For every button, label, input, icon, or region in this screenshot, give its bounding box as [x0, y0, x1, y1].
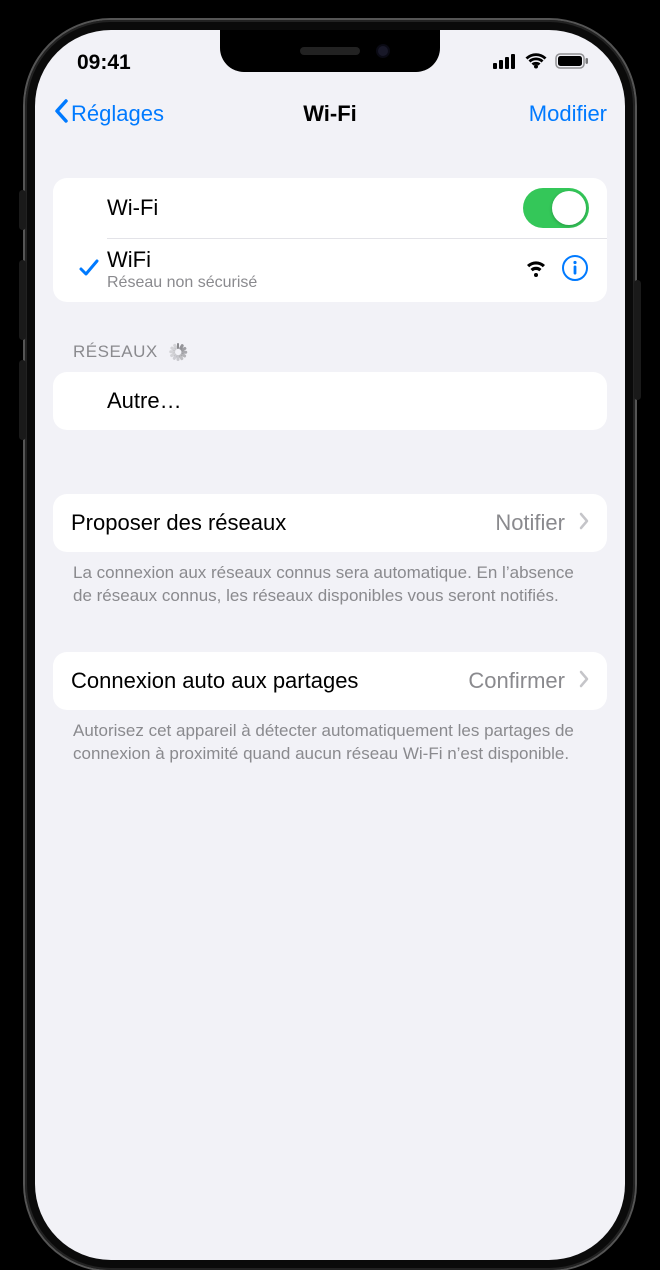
chevron-right-icon [579, 670, 589, 693]
spinner-icon [168, 342, 188, 362]
back-label: Réglages [71, 101, 164, 127]
chevron-right-icon [579, 512, 589, 535]
front-camera [376, 44, 390, 58]
edit-button[interactable]: Modifier [422, 101, 607, 127]
volume-down-button [19, 360, 26, 440]
ask-join-label: Proposer des réseaux [71, 510, 495, 536]
auto-hotspot-group: Connexion auto aux partages Confirmer [53, 652, 607, 710]
networks-group: Autre… [53, 372, 607, 430]
chevron-left-icon [53, 99, 69, 129]
status-time: 09:41 [77, 51, 131, 75]
cellular-icon [493, 51, 517, 75]
volume-up-button [19, 260, 26, 340]
other-network-label: Autre… [107, 388, 589, 414]
screen: 09:41 Réglages Wi-Fi Modi [35, 30, 625, 1260]
connected-network-row[interactable]: WiFi Réseau non sécurisé [53, 238, 607, 302]
auto-hotspot-label: Connexion auto aux partages [71, 668, 468, 694]
ask-join-footer: La connexion aux réseaux connus sera aut… [53, 552, 607, 608]
phone-frame: 09:41 Réglages Wi-Fi Modi [25, 20, 635, 1270]
wifi-icon [525, 51, 547, 75]
battery-icon [555, 51, 589, 75]
wifi-group: Wi-Fi WiFi Réseau non sécurisé [53, 178, 607, 302]
ask-join-group: Proposer des réseaux Notifier [53, 494, 607, 552]
wifi-signal-icon [525, 259, 547, 282]
back-button[interactable]: Réglages [53, 99, 238, 129]
connected-network-security: Réseau non sécurisé [107, 274, 525, 292]
page-title: Wi-Fi [238, 101, 423, 127]
wifi-toggle-label: Wi-Fi [107, 195, 523, 221]
connected-network-name: WiFi [107, 248, 525, 272]
ask-join-row[interactable]: Proposer des réseaux Notifier [53, 494, 607, 552]
speaker-grille [300, 47, 360, 55]
other-network-row[interactable]: Autre… [53, 372, 607, 430]
auto-hotspot-row[interactable]: Connexion auto aux partages Confirmer [53, 652, 607, 710]
power-button [634, 280, 641, 400]
networks-header: RÉSEAUX [73, 342, 607, 362]
info-icon[interactable] [561, 254, 589, 287]
notch [220, 30, 440, 72]
checkmark-icon [78, 257, 100, 284]
wifi-toggle[interactable] [523, 188, 589, 228]
ask-join-value: Notifier [495, 510, 565, 536]
nav-bar: Réglages Wi-Fi Modifier [35, 86, 625, 142]
networks-header-label: RÉSEAUX [73, 342, 158, 362]
auto-hotspot-footer: Autorisez cet appareil à détecter automa… [53, 710, 607, 766]
mute-switch [19, 190, 26, 230]
auto-hotspot-value: Confirmer [468, 668, 565, 694]
wifi-toggle-row[interactable]: Wi-Fi [53, 178, 607, 238]
